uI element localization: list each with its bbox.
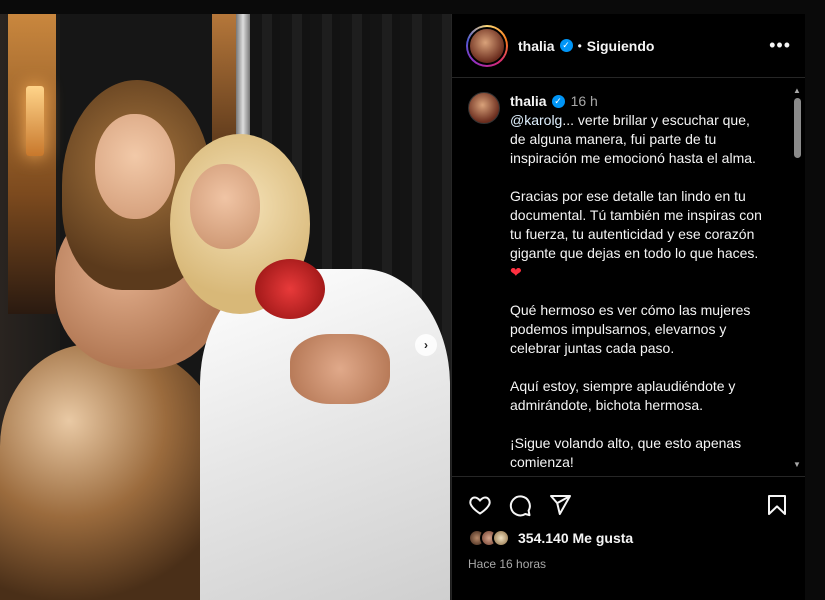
caption-paragraph: Qué hermoso es ver cómo las mujeres pode… <box>510 302 751 356</box>
scroll-up-arrow-icon[interactable]: ▲ <box>791 86 803 96</box>
post-header: thalia ✓ • Siguiendo ••• <box>452 14 805 78</box>
caption-timestamp[interactable]: 16 h <box>571 92 598 111</box>
likes-count[interactable]: 354.140 Me gusta <box>518 530 633 546</box>
next-photo-button[interactable]: › <box>415 334 437 356</box>
post-timestamp[interactable]: Hace 16 horas <box>468 557 789 571</box>
actions-bar: 354.140 Me gusta Hace 16 horas <box>452 476 805 600</box>
avatar <box>492 529 510 547</box>
photo-person-face <box>95 114 175 219</box>
scroll-down-arrow-icon[interactable]: ▼ <box>791 460 803 470</box>
comment-icon[interactable] <box>508 493 532 517</box>
caption-username[interactable]: thalia <box>510 92 547 111</box>
heart-emoji: ❤ <box>510 264 522 280</box>
photo-wall-panel <box>8 14 56 314</box>
photo-person-robe <box>200 269 450 600</box>
mention-link[interactable]: @karolg <box>510 112 562 128</box>
photo-person-face <box>190 164 260 249</box>
photo-lamp <box>26 86 44 156</box>
caption-paragraph: Aquí estoy, siempre aplaudiéndote y admi… <box>510 378 736 413</box>
following-button[interactable]: Siguiendo <box>587 38 655 54</box>
caption-paragraph: @karolg... verte brillar y escuchar que,… <box>510 112 756 166</box>
chevron-right-icon: › <box>424 338 428 352</box>
avatar[interactable] <box>466 24 508 67</box>
comments-section[interactable]: thalia ✓ 16 h @karolg... verte brillar y… <box>452 78 805 476</box>
username-link[interactable]: thalia <box>518 38 555 54</box>
share-icon[interactable] <box>548 493 572 517</box>
bookmark-icon[interactable] <box>765 493 789 517</box>
separator-dot: • <box>577 38 582 53</box>
photo-person-arm <box>290 334 390 404</box>
photo-person-dress <box>0 344 230 600</box>
caption: thalia ✓ 16 h @karolg... verte brillar y… <box>468 92 765 476</box>
heart-icon[interactable] <box>468 493 492 517</box>
photo-person-hair-highlight <box>255 259 325 319</box>
liker-avatars <box>468 529 510 547</box>
scrollbar[interactable]: ▲ ▼ <box>791 86 803 470</box>
post-side-panel: thalia ✓ • Siguiendo ••• thalia ✓ 16 h @… <box>451 14 805 600</box>
verified-badge-icon: ✓ <box>551 95 565 108</box>
verified-badge-icon: ✓ <box>559 39 573 52</box>
avatar[interactable] <box>468 92 500 124</box>
post-photo[interactable]: › <box>0 14 451 600</box>
caption-body: thalia ✓ 16 h @karolg... verte brillar y… <box>510 92 765 476</box>
caption-paragraph: Gracias por ese detalle tan lindo en tu … <box>510 188 762 280</box>
caption-paragraph: ¡Sigue volando alto, que esto apenas com… <box>510 435 742 470</box>
more-options-icon[interactable]: ••• <box>769 35 791 56</box>
scrollbar-thumb[interactable] <box>794 98 801 158</box>
likes-row[interactable]: 354.140 Me gusta <box>468 529 789 547</box>
